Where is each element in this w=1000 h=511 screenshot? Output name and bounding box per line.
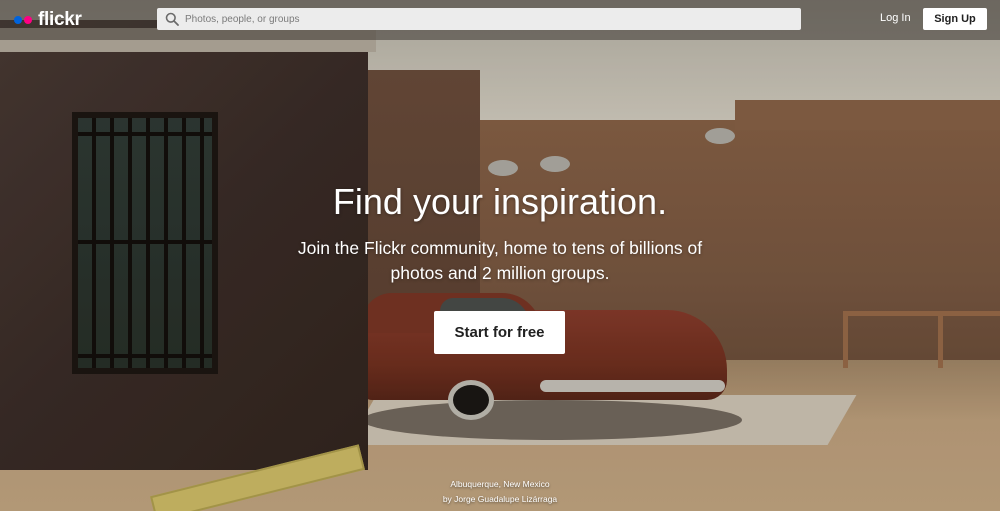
photo-credit-author-link[interactable]: by Jorge Guadalupe Lizárraga — [0, 492, 1000, 507]
search-bar[interactable] — [157, 8, 801, 30]
hero-subtitle: Join the Flickr community, home to tens … — [297, 238, 703, 283]
search-icon — [165, 12, 179, 26]
flickr-logo[interactable]: flickr — [14, 9, 82, 31]
top-nav-bar: flickr Log In Sign Up — [0, 0, 1000, 40]
start-for-free-button[interactable]: Start for free — [434, 311, 565, 354]
photo-credit-location: Albuquerque, New Mexico — [450, 479, 550, 489]
signup-button[interactable]: Sign Up — [923, 8, 987, 30]
search-input[interactable] — [185, 13, 785, 25]
hero-title: Find your inspiration. — [332, 181, 668, 222]
logo-blue-dot-icon — [14, 16, 22, 24]
logo-text: flickr — [38, 9, 82, 30]
login-link[interactable]: Log In — [880, 12, 911, 24]
logo-pink-dot-icon — [24, 16, 32, 24]
photo-credit: Albuquerque, New Mexico by Jorge Guadalu… — [0, 477, 1000, 507]
